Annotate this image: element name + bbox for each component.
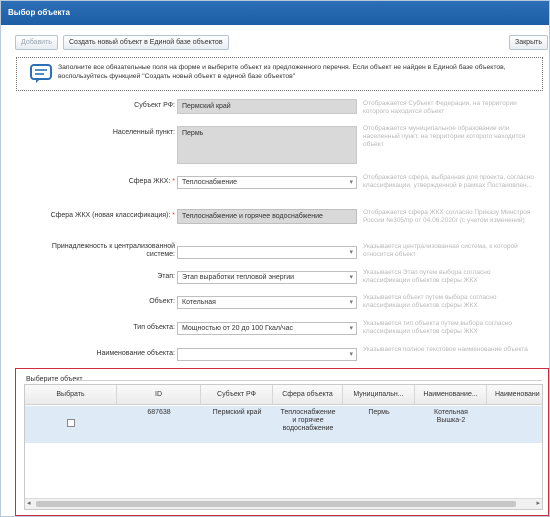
object-hint: Указывается объект путем выбора согласно…: [363, 294, 497, 309]
stage-hint: Указывается Этап путем выбора согласно к…: [363, 269, 491, 284]
window-title: Выбор объекта: [1, 1, 549, 25]
chevron-down-icon: ▾: [349, 179, 353, 186]
centralized-label: Принадлежность к централизованной системе…: [52, 243, 175, 259]
chevron-down-icon: ▾: [349, 274, 353, 281]
centralized-hint: Указывается централизованная система, к …: [363, 243, 518, 258]
message-icon: [30, 64, 52, 83]
scrollbar-thumb[interactable]: [36, 501, 516, 507]
grid-header: Выбрать ID Субъект РФ Сфера объекта Муни…: [25, 385, 542, 405]
locality-hint: Отображается муниципальное образование и…: [363, 125, 526, 148]
sphere-value: Теплоснабжение: [182, 179, 238, 186]
table-row[interactable]: 687638 Пермский край Теплоснабжение и го…: [25, 406, 542, 443]
grid-title-divider: [74, 380, 542, 381]
object-type-value: Мощностью от 20 до 100 Гкал/час: [182, 325, 294, 332]
locality-label: Населенный пункт:: [112, 129, 175, 136]
column-header-name-2[interactable]: Наименовани: [487, 385, 542, 405]
sphere-new-label-text: Сфера ЖКХ (новая классификация):: [50, 212, 171, 219]
subject-label: Субъект РФ:: [134, 102, 175, 109]
column-header-select[interactable]: Выбрать: [25, 385, 117, 405]
cell-sphere: Теплоснабжение и горячее водоснабжение: [273, 409, 343, 433]
toolbar: Добавить Создать новый объект в Единой б…: [1, 32, 549, 50]
centralized-label-line1: Принадлежность к централизованной: [51, 243, 175, 250]
scroll-left-icon[interactable]: ◂: [27, 499, 31, 509]
objects-grid: Выбрать ID Субъект РФ Сфера объекта Муни…: [24, 384, 543, 510]
stage-value: Этап выработки тепловой энергии: [182, 274, 295, 281]
scroll-right-icon[interactable]: ▸: [536, 499, 540, 509]
sphere-new-field: Теплоснабжение и горячее водоснабжение: [177, 209, 357, 224]
object-name-label: Наименование объекта:: [96, 350, 175, 357]
sphere-hint: Отображается сфера, выбранная для проект…: [363, 174, 534, 189]
column-header-id[interactable]: ID: [117, 385, 201, 405]
close-button[interactable]: Закрыть: [509, 35, 548, 50]
row-select-checkbox[interactable]: [67, 419, 75, 427]
chevron-down-icon: ▾: [349, 249, 353, 256]
stage-label: Этап:: [157, 273, 175, 280]
subject-hint: Отображается Субъект Федерации, на терри…: [363, 100, 517, 115]
sphere-new-hint: Отображается сфера ЖКХ согласно Приказу …: [363, 209, 531, 224]
locality-field: Пермь: [177, 126, 357, 164]
object-select[interactable]: Котельная ▾: [177, 296, 357, 309]
subject-field: Пермский край: [177, 99, 357, 114]
object-value: Котельная: [182, 299, 216, 306]
cell-sphere-line2: и горячее: [292, 417, 324, 424]
chevron-down-icon: ▾: [349, 325, 353, 332]
cell-name: Котельная Вышка-2: [415, 409, 487, 425]
cell-name-line1: Котельная: [434, 409, 468, 416]
centralized-label-line2: системе:: [146, 251, 175, 258]
object-label: Объект:: [149, 298, 175, 305]
horizontal-scrollbar[interactable]: ◂ ▸: [25, 498, 542, 509]
cell-sphere-line3: водоснабжение: [282, 425, 334, 432]
add-button[interactable]: Добавить: [15, 35, 58, 50]
create-new-object-button[interactable]: Создать новый объект в Единой базе объек…: [63, 35, 229, 50]
sphere-select[interactable]: Теплоснабжение ▾: [177, 176, 357, 189]
sphere-label: Сфера ЖКХ: *: [128, 178, 175, 185]
centralized-select[interactable]: ▾: [177, 246, 357, 259]
chevron-down-icon: ▾: [349, 299, 353, 306]
cell-subject: Пермский край: [212, 409, 262, 416]
sphere-label-text: Сфера ЖКХ:: [128, 178, 171, 185]
column-header-subject[interactable]: Субъект РФ: [201, 385, 273, 405]
cell-municipality: Пермь: [368, 409, 390, 416]
object-type-label: Тип объекта:: [133, 324, 175, 331]
cell-name-line2: Вышка-2: [436, 417, 466, 424]
info-panel: Заполните все обязательные поля на форме…: [16, 57, 543, 91]
object-name-hint: Указывается полное текстовое наименовани…: [363, 346, 528, 353]
stage-select[interactable]: Этап выработки тепловой энергии ▾: [177, 271, 357, 284]
sphere-new-label: Сфера ЖКХ (новая классификация): *: [50, 212, 175, 219]
column-header-municipality[interactable]: Муниципальн...: [343, 385, 415, 405]
info-text: Заполните все обязательные поля на форме…: [58, 64, 506, 80]
select-object-grid-box: Выберите объект Выбрать ID Субъект РФ Сф…: [15, 368, 549, 516]
column-header-name[interactable]: Наименование...: [415, 385, 487, 405]
cell-sphere-line1: Теплоснабжение: [280, 409, 336, 416]
object-type-select[interactable]: Мощностью от 20 до 100 Гкал/час ▾: [177, 322, 357, 335]
cell-id: 687638: [147, 409, 171, 416]
select-object-window: Выбор объекта Добавить Создать новый объ…: [0, 0, 550, 517]
object-name-select[interactable]: ▾: [177, 348, 357, 361]
chevron-down-icon: ▾: [349, 351, 353, 358]
column-header-sphere[interactable]: Сфера объекта: [273, 385, 343, 405]
object-type-hint: Указывается тип объекта путем выбора сог…: [363, 320, 512, 335]
